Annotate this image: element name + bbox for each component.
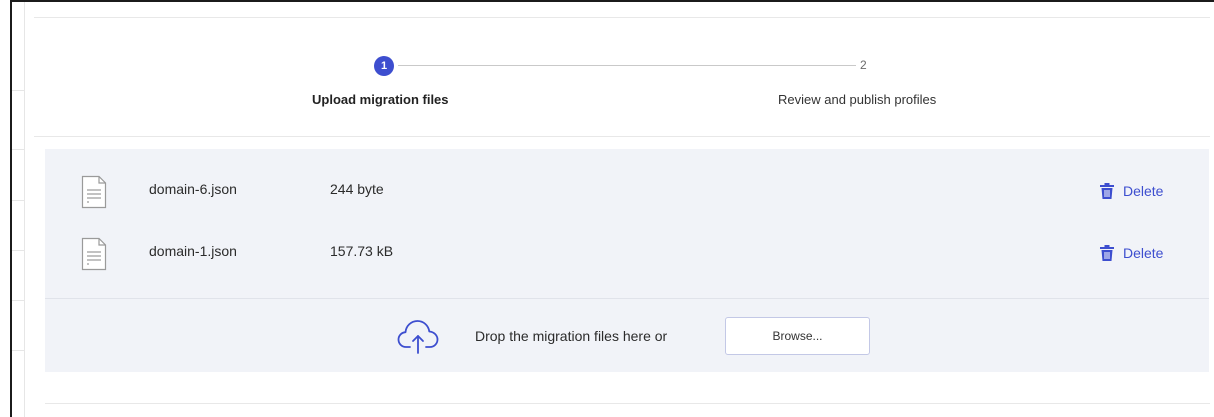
trash-icon (1100, 245, 1114, 261)
step-1-indicator[interactable]: 1 (374, 56, 394, 76)
file-list-item: domain-6.json 244 byte Delete (45, 175, 1209, 219)
delete-button[interactable]: Delete (1100, 241, 1163, 265)
dropzone-divider (45, 298, 1209, 299)
step-1-label: Upload migration files (312, 92, 449, 107)
stepper-divider (34, 136, 1210, 137)
file-name: domain-6.json (149, 181, 237, 197)
bottom-divider (45, 403, 1210, 404)
step-connector (398, 65, 856, 66)
top-divider (34, 17, 1210, 18)
dropzone-text: Drop the migration files here or (475, 328, 668, 344)
step-2-indicator[interactable]: 2 (860, 58, 867, 72)
upload-panel: domain-6.json 244 byte Delete domain-1.j… (45, 149, 1209, 372)
left-side-strip (12, 2, 25, 417)
cloud-upload-icon (397, 320, 439, 354)
step-2-label: Review and publish profiles (778, 92, 937, 107)
delete-label: Delete (1123, 183, 1164, 199)
delete-button[interactable]: Delete (1100, 179, 1163, 203)
file-size: 157.73 kB (330, 243, 394, 259)
delete-label: Delete (1123, 245, 1164, 261)
document-icon (81, 237, 107, 271)
file-name: domain-1.json (149, 243, 237, 259)
file-size: 244 byte (330, 181, 384, 197)
browse-button[interactable]: Browse... (725, 317, 870, 355)
file-list-item: domain-1.json 157.73 kB Delete (45, 237, 1209, 281)
trash-icon (1100, 183, 1114, 199)
document-icon (81, 175, 107, 209)
